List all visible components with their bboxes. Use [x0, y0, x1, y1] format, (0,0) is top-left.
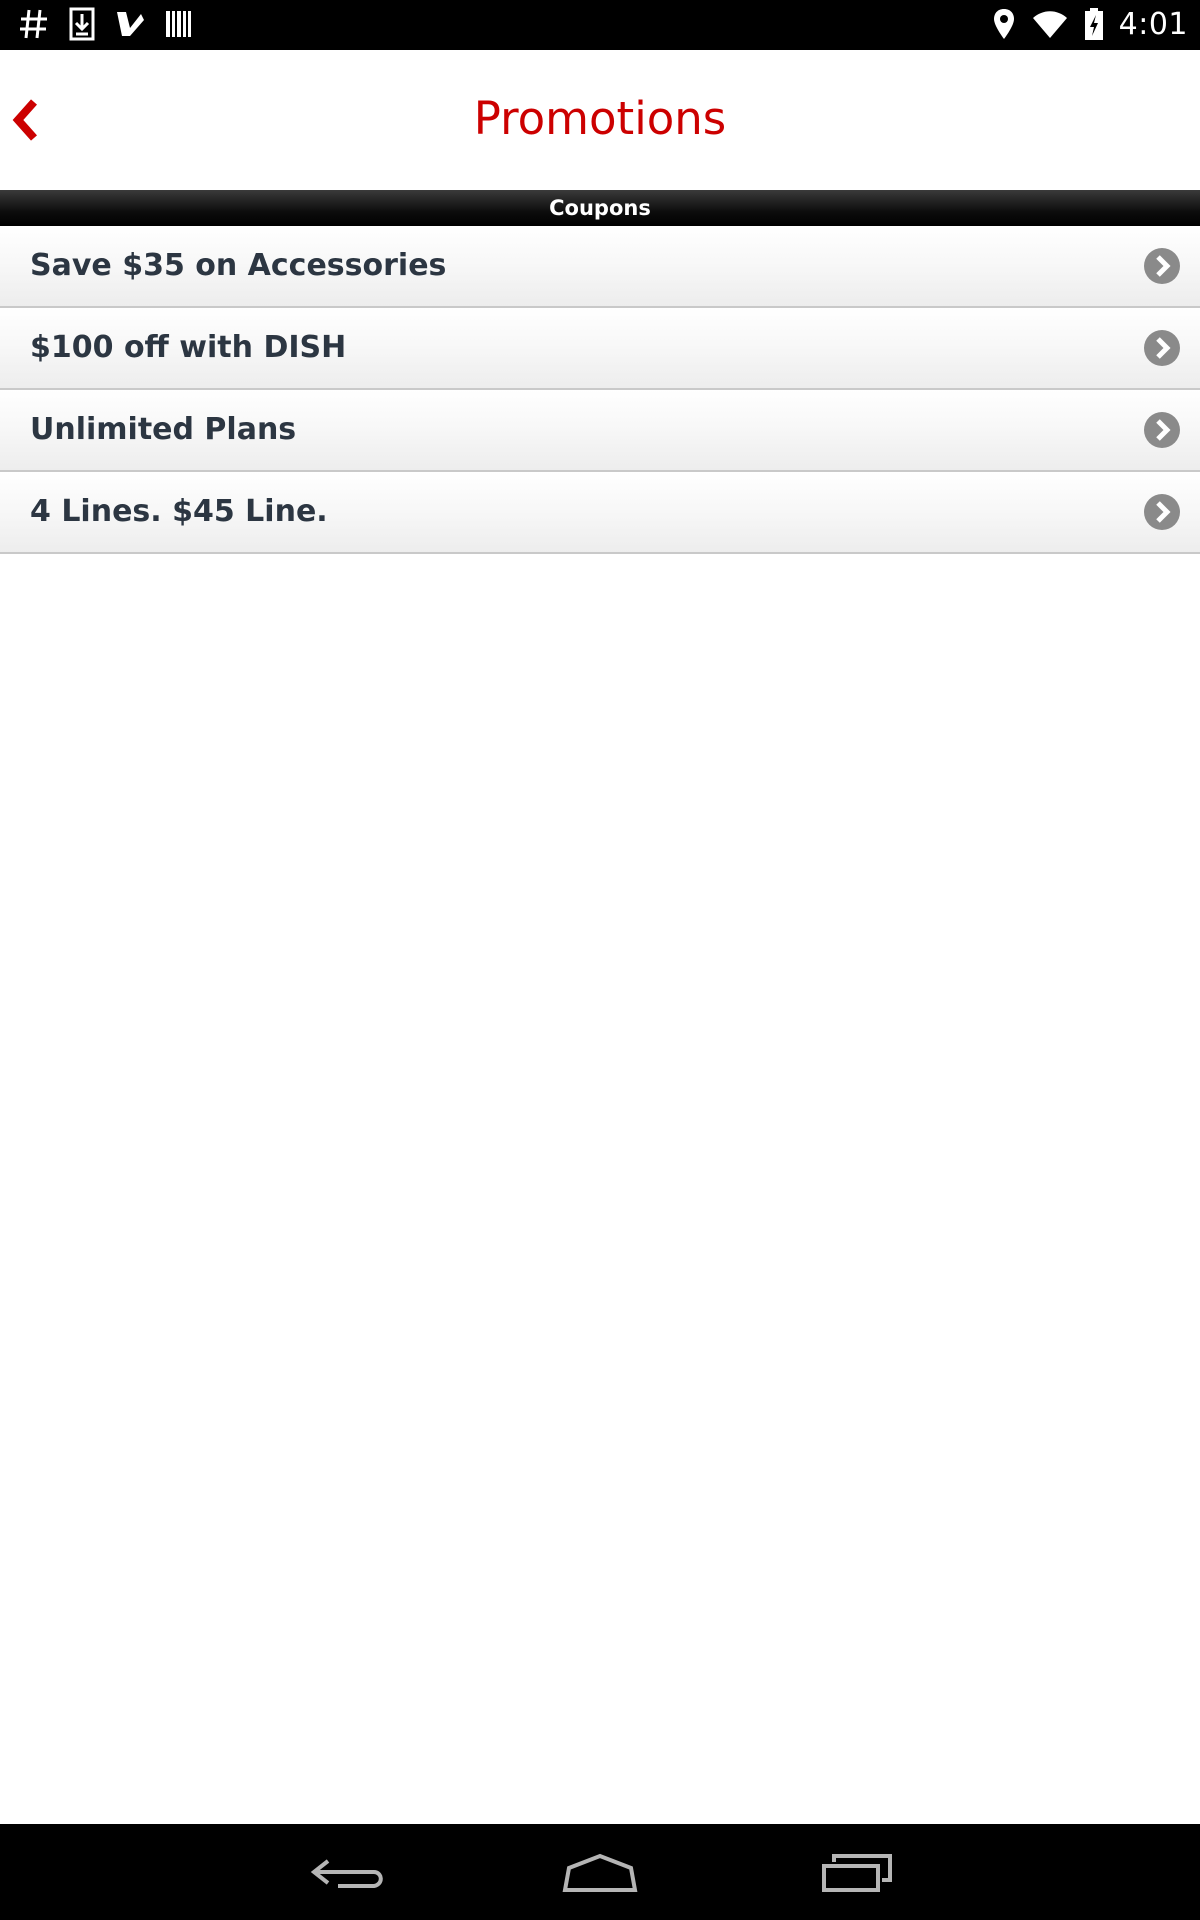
- chevron-right-circle-icon: [1144, 494, 1180, 530]
- chevron-right-circle-icon: [1144, 330, 1180, 366]
- nav-home-button[interactable]: [555, 1842, 645, 1902]
- page-title: Promotions: [473, 92, 727, 145]
- recents-nav-icon: [812, 1854, 902, 1906]
- checkmark-flag-icon: [114, 6, 146, 42]
- download-icon: [68, 6, 96, 42]
- coupon-item[interactable]: $100 off with DISH: [0, 308, 1200, 390]
- coupon-item[interactable]: 4 Lines. $45 Line.: [0, 472, 1200, 554]
- coupon-item[interactable]: Save $35 on Accessories: [0, 226, 1200, 308]
- coupon-list: Save $35 on Accessories $100 off with DI…: [0, 226, 1200, 554]
- status-bar: 4:01: [0, 0, 1200, 50]
- wifi-icon: [1031, 6, 1069, 42]
- navigation-bar: [0, 1824, 1200, 1920]
- nav-recents-button[interactable]: [812, 1842, 902, 1902]
- home-nav-icon: [555, 1853, 645, 1906]
- battery-charging-icon: [1083, 6, 1105, 42]
- section-header-coupons: Coupons: [0, 190, 1200, 226]
- chevron-right-circle-icon: [1144, 248, 1180, 284]
- back-nav-icon: [298, 1859, 388, 1906]
- hash-icon: [18, 6, 50, 42]
- notification-icons: [18, 6, 192, 42]
- barcode-icon: [164, 6, 192, 42]
- app-header: Promotions: [0, 50, 1200, 191]
- system-icons: 4:01: [991, 6, 1188, 42]
- chevron-right-circle-icon: [1144, 412, 1180, 448]
- coupon-label: Unlimited Plans: [30, 412, 297, 447]
- coupon-item[interactable]: Unlimited Plans: [0, 390, 1200, 472]
- status-time: 4:01: [1118, 6, 1188, 42]
- nav-back-button[interactable]: [298, 1842, 388, 1902]
- coupon-label: $100 off with DISH: [30, 330, 347, 365]
- coupon-label: 4 Lines. $45 Line.: [30, 494, 328, 529]
- location-icon: [991, 6, 1017, 42]
- coupon-label: Save $35 on Accessories: [30, 248, 447, 283]
